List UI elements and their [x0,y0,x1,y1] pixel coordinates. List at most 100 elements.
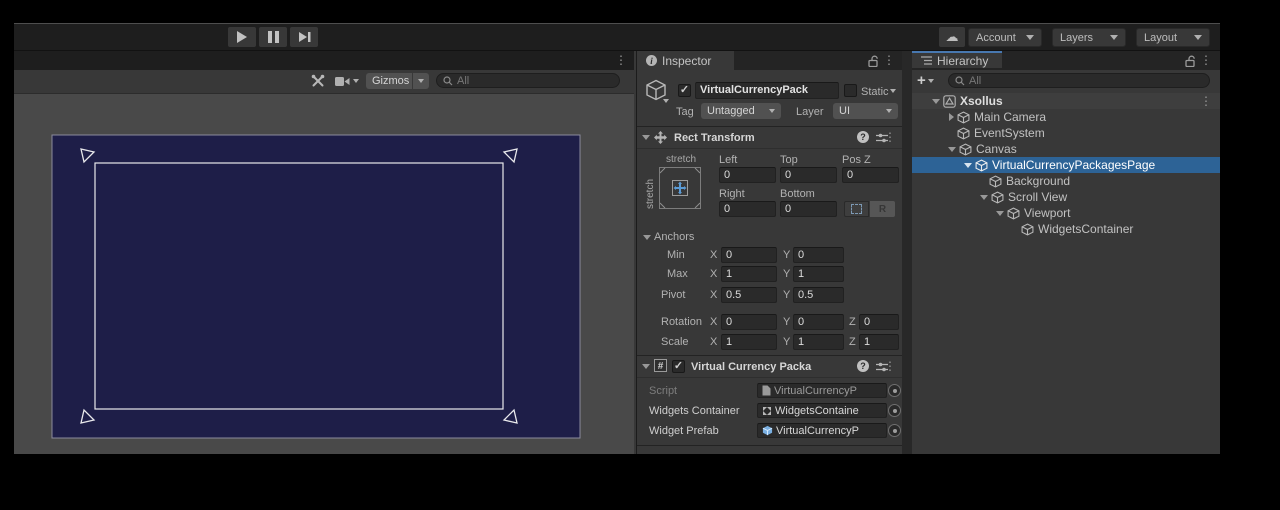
scene-menu-icon[interactable]: ⋮ [1200,92,1212,111]
lock-icon[interactable] [1185,55,1196,67]
scale-label: Scale [661,336,689,348]
scene-row-xsollus[interactable]: Xsollus ⋮ [912,93,1220,109]
left-input[interactable]: 0 [719,167,776,183]
rotation-x-input[interactable]: 0 [721,314,777,330]
widget-prefab-object-field[interactable]: VirtualCurrencyP [757,423,887,438]
tab-hierarchy[interactable]: Hierarchy [912,51,1002,68]
gizmos-caret-button[interactable] [413,73,429,89]
tree-item-label: Viewport [1024,206,1070,220]
pivot-label: Pivot [661,289,685,301]
layers-dropdown[interactable]: Layers [1052,28,1126,47]
rotation-z-input[interactable]: 0 [859,314,899,330]
static-checkbox[interactable] [844,84,857,97]
tree-item-widgetscontainer[interactable]: WidgetsContainer [912,221,1220,237]
hierarchy-toolbar: + All [912,70,1220,94]
gameobject-cube-icon[interactable] [645,79,667,101]
scale-z-input[interactable]: 1 [859,334,899,350]
tree-item-label: Background [1006,174,1070,188]
foldout-icon[interactable] [932,99,940,104]
script-object-field[interactable]: VirtualCurrencyP [757,383,887,398]
foldout-icon[interactable] [996,211,1004,216]
hierarchy-menu-icon[interactable]: ⋮ [1200,51,1212,70]
rotation-y-input[interactable]: 0 [793,314,844,330]
create-button[interactable]: + [917,72,943,89]
blueprint-mode-button[interactable] [844,201,869,217]
layer-dropdown[interactable]: UI [833,103,898,119]
scene-camera-button[interactable] [332,73,362,89]
anchor-max-x-input[interactable]: 1 [721,266,777,282]
top-input[interactable]: 0 [780,167,837,183]
tree-item-main-camera[interactable]: Main Camera [912,109,1220,125]
gameobject-cube-icon [959,143,972,156]
right-label: Right [719,188,745,200]
account-label: Account [976,32,1016,44]
scene-menu-icon[interactable]: ⋮ [615,51,627,70]
object-picker-icon[interactable] [888,384,901,397]
tree-item-viewport[interactable]: Viewport [912,205,1220,221]
chevron-down-icon [1026,35,1034,40]
foldout-icon[interactable] [642,135,650,140]
anchors-foldout-icon[interactable] [643,235,651,240]
pivot-y-input[interactable]: 0.5 [793,287,844,303]
hierarchy-tab-label: Hierarchy [937,54,988,68]
help-icon[interactable]: ? [857,131,869,143]
active-checkbox[interactable]: ✓ [678,84,691,97]
hierarchy-search-input[interactable]: All [948,73,1210,88]
pivot-x-input[interactable]: 0.5 [721,287,777,303]
inspector-scrollbar[interactable] [902,51,912,454]
scale-y-input[interactable]: 1 [793,334,844,350]
anchor-preset-button[interactable] [659,167,701,209]
scene-tabbar: ⋮ [14,51,634,70]
x-label: X [710,336,717,348]
tab-inspector[interactable]: i Inspector [637,51,734,70]
raw-edit-mode-button[interactable]: R [870,201,895,217]
inspector-menu-icon[interactable]: ⋮ [883,51,895,70]
tree-item-canvas[interactable]: Canvas [912,141,1220,157]
bottom-input[interactable]: 0 [780,201,837,217]
object-picker-icon[interactable] [888,424,901,437]
foldout-icon[interactable] [642,364,650,369]
scene-search-value: All [457,75,469,87]
foldout-collapsed-icon[interactable] [949,113,954,121]
help-icon[interactable]: ? [857,360,869,372]
tree-item-background[interactable]: Background [912,173,1220,189]
tree-item-scroll-view[interactable]: Scroll View [912,189,1220,205]
foldout-icon[interactable] [980,195,988,200]
gameobject-name-field[interactable]: VirtualCurrencyPack [695,82,839,99]
scene-toolbar: Gizmos All [14,70,634,94]
foldout-icon[interactable] [948,147,956,152]
scene-viewport[interactable] [14,93,634,454]
layout-dropdown[interactable]: Layout [1136,28,1210,47]
object-picker-icon[interactable] [888,404,901,417]
right-input[interactable]: 0 [719,201,776,217]
anchor-min-x-input[interactable]: 0 [721,247,777,263]
cloud-button[interactable]: ☁ [939,27,965,47]
foldout-icon[interactable] [964,163,972,168]
vcp-component-header[interactable]: # ✓ Virtual Currency Packa ? ⋮ [637,356,903,378]
z-label: Z [849,336,856,348]
tag-dropdown[interactable]: Untagged [701,103,781,119]
tree-item-virtualcurrencypackagespage[interactable]: VirtualCurrencyPackagesPage [912,157,1220,173]
play-button[interactable] [228,27,256,47]
component-menu-icon[interactable]: ⋮ [884,357,896,376]
component-menu-icon[interactable]: ⋮ [884,128,896,147]
tree-item-eventsystem[interactable]: EventSystem [912,125,1220,141]
gameobject-icon-caret[interactable] [663,99,669,103]
scale-x-input[interactable]: 1 [721,334,777,350]
static-caret[interactable] [890,89,896,93]
widgets-container-object-field[interactable]: WidgetsContaine [757,403,887,418]
component-enabled-checkbox[interactable]: ✓ [672,360,685,373]
gizmos-dropdown[interactable]: Gizmos [366,73,412,89]
x-label: X [710,316,717,328]
step-button[interactable] [290,27,318,47]
pause-button[interactable] [259,27,287,47]
rect-transform-header[interactable]: Rect Transform ? ⋮ [637,127,903,149]
anchor-min-y-input[interactable]: 0 [793,247,844,263]
tools-button[interactable] [308,73,328,89]
posz-label: Pos Z [842,154,871,166]
account-dropdown[interactable]: Account [968,28,1042,47]
anchor-max-y-input[interactable]: 1 [793,266,844,282]
scene-search-input[interactable]: All [436,73,620,88]
lock-icon[interactable] [868,55,879,67]
posz-input[interactable]: 0 [842,167,899,183]
